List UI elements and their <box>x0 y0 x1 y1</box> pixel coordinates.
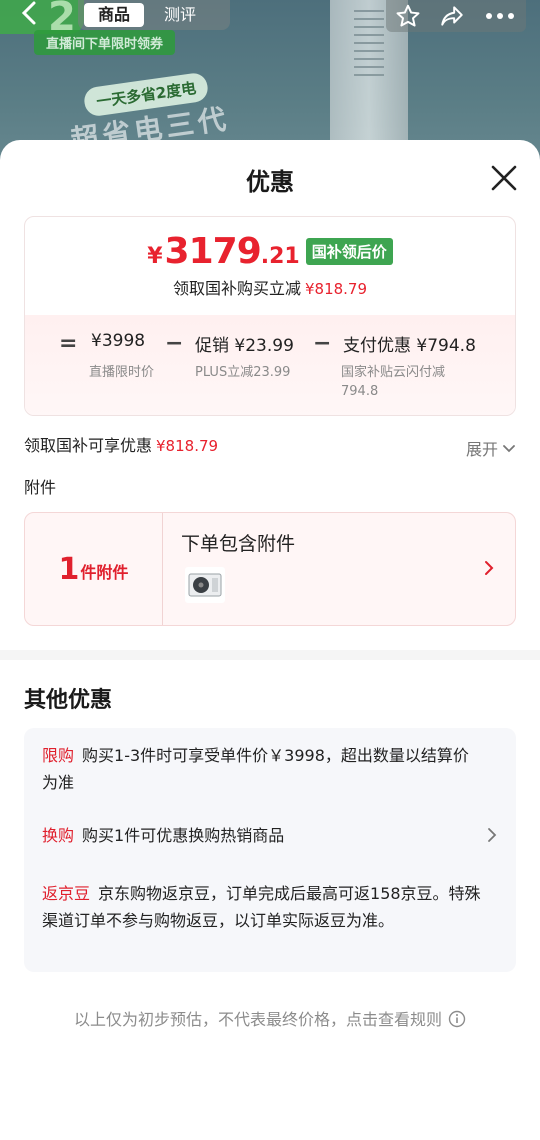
subsidy-amount: ¥818.79 <box>304 280 368 298</box>
accessory-count-number: 1 <box>58 551 80 587</box>
payment-discount-value: 支付优惠 ¥794.8 <box>343 336 476 356</box>
accessory-count-unit: 件附件 <box>80 563 129 582</box>
outdoor-unit-thumbnail <box>185 567 225 603</box>
offer-tag: 返京豆 <box>42 884 91 903</box>
offer-text: 购买1件可优惠换购热销商品 <box>82 826 285 845</box>
price-card: ¥ 3179 .21 国补领后价 领取国补购买立减 ¥818.79 = ¥3998… <box>24 216 516 416</box>
back-button[interactable] <box>10 0 50 30</box>
live-price-label: 直播限时价 <box>89 365 155 380</box>
final-price: ¥ 3179 .21 国补领后价 <box>25 231 515 272</box>
offer-tag: 换购 <box>42 826 75 845</box>
sheet-title: 优惠 <box>246 168 294 196</box>
offer-tag: 限购 <box>42 746 75 765</box>
accessories-card[interactable]: 1 件附件 下单包含附件 <box>24 512 516 626</box>
expand-label: 展开 <box>465 440 498 459</box>
close-icon <box>491 165 517 191</box>
discount-sheet: 优惠 ¥ 3179 .21 国补领后价 领取国补购买立减 ¥818.79 = ¥3… <box>0 140 540 1140</box>
chevron-right-icon <box>483 559 495 581</box>
rules-note: 以上仅为初步预估，不代表最终价格，点击查看规则 <box>73 1010 442 1029</box>
other-offers-title: 其他优惠 <box>24 688 113 713</box>
offer-item-limit: 限购 购买1-3件时可享受单件价￥3998，超出数量以结算价为准 <box>42 742 482 796</box>
promo-detail: PLUS立减23.99 <box>195 365 291 380</box>
price-integer: 3179 <box>164 231 262 272</box>
price-breakdown: = ¥3998 直播限时价 − 促销 ¥23.99 PLUS立减23.99 − … <box>25 315 515 415</box>
tab-review[interactable]: 测评 <box>150 3 210 27</box>
offer-item-exchange[interactable]: 换购 购买1件可优惠换购热销商品 <box>42 822 462 849</box>
offer-text: 购买1-3件时可享受单件价￥3998，超出数量以结算价为准 <box>42 746 469 792</box>
outdoor-unit-icon <box>188 573 222 597</box>
offer-item-jingdou: 返京豆 京东购物返京豆，订单完成后最高可返158京豆。特殊渠道订单不参与购物返豆，… <box>42 880 482 934</box>
minus-sign: − <box>313 331 332 356</box>
subsidy-label: 领取国补购买立减 <box>172 279 301 298</box>
accessory-count: 1 件附件 <box>25 513 163 625</box>
subsidy-row: 领取国补购买立减 ¥818.79 <box>25 275 515 299</box>
payment-discount-detail: 国家补贴云闪付减794.8 <box>341 365 446 399</box>
price-currency: ¥ <box>147 244 163 269</box>
share-icon[interactable] <box>439 3 465 29</box>
tab-product[interactable]: 商品 <box>84 3 144 27</box>
top-nav: 商品 测评 <box>0 0 540 34</box>
other-offers-card: 限购 购买1-3件时可享受单件价￥3998，超出数量以结算价为准 换购 购买1件可优… <box>24 728 516 972</box>
price-summary: ¥ 3179 .21 国补领后价 领取国补购买立减 ¥818.79 <box>25 217 515 315</box>
close-button[interactable] <box>490 164 518 192</box>
back-arrow-icon <box>21 1 36 25</box>
chevron-right-icon[interactable] <box>486 826 498 848</box>
promo-value: 促销 ¥23.99 <box>195 336 294 356</box>
claim-label: 领取国补可享优惠 <box>24 436 153 455</box>
rules-link[interactable]: 以上仅为初步预估，不代表最终价格，点击查看规则 <box>0 1006 540 1030</box>
claim-row: 领取国补可享优惠 ¥818.79 <box>24 432 218 456</box>
info-icon <box>448 1010 466 1028</box>
chevron-down-icon <box>503 445 515 453</box>
price-decimal: .21 <box>260 244 300 269</box>
accessory-description: 下单包含附件 <box>181 533 296 555</box>
expand-button[interactable]: 展开 <box>466 436 516 460</box>
claim-amount: ¥818.79 <box>156 437 219 455</box>
live-price-value: ¥3998 <box>91 331 146 351</box>
equals-sign: = <box>59 331 78 356</box>
subsidy-price-badge: 国补领后价 <box>305 238 393 265</box>
more-icon[interactable] <box>483 3 517 29</box>
section-divider <box>0 650 540 660</box>
star-icon[interactable] <box>395 3 421 29</box>
accessories-title: 附件 <box>24 478 57 497</box>
offer-text: 京东购物返京豆，订单完成后最高可返158京豆。特殊渠道订单不参与购物返豆，以订单… <box>42 884 481 930</box>
nav-actions <box>386 0 526 32</box>
minus-sign: − <box>165 331 184 356</box>
